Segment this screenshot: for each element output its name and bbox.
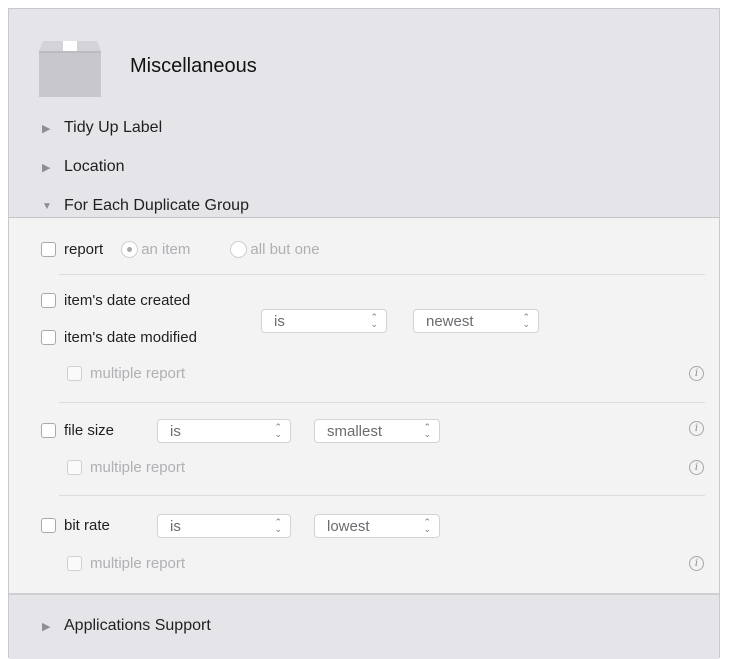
panel-footer: ▶ Applications Support [9,593,719,659]
file-size-label: file size [64,422,115,439]
bit-rate-multiple-report-row: multiple report [67,555,185,572]
date-value-select[interactable]: newest ⌃ ⌄ [413,309,539,333]
file-size-multiple-report-checkbox[interactable] [67,460,82,475]
disclosure-open-icon[interactable]: ▼ [42,201,64,212]
divider [59,274,705,275]
info-icon[interactable]: i [689,556,704,571]
bit-rate-value-select[interactable]: lowest ⌃ ⌄ [314,514,440,538]
date-multiple-report-checkbox[interactable] [67,366,82,381]
popup-arrows-icon: ⌃ ⌄ [274,517,282,534]
file-size-row: file size [41,422,114,439]
date-created-row: item's date created [41,292,190,309]
multiple-report-label: multiple report [90,459,186,476]
bit-rate-operator-value: is [170,517,181,535]
section-for-each-duplicate-group[interactable]: ▼ For Each Duplicate Group [42,197,249,215]
info-icon[interactable]: i [689,421,704,436]
divider [59,495,705,496]
rules-panel: Miscellaneous ▶ Tidy Up Label ▶ Location… [8,8,720,659]
section-applications-support[interactable]: ▶ Applications Support [42,617,211,635]
date-modified-row: item's date modified [41,329,197,346]
report-checkbox[interactable] [41,242,56,257]
section-label: Location [64,158,125,175]
bit-rate-value: lowest [327,517,370,535]
file-size-value: smallest [327,422,383,440]
popup-arrows-icon: ⌃ ⌄ [423,517,431,534]
date-operator-select[interactable]: is ⌃ ⌄ [261,309,387,333]
popup-arrows-icon: ⌃ ⌄ [370,312,378,329]
date-value: newest [426,312,474,330]
panel-header: Miscellaneous ▶ Tidy Up Label ▶ Location… [9,9,719,218]
report-row: report an item all but one [41,241,320,258]
multiple-report-label: multiple report [90,365,186,382]
date-modified-label: item's date modified [64,329,197,346]
section-label: Tidy Up Label [64,119,163,136]
page-title: Miscellaneous [130,55,257,77]
bit-rate-operator-select[interactable]: is ⌃ ⌄ [157,514,291,538]
section-label: For Each Duplicate Group [64,197,249,214]
bit-rate-row: bit rate [41,517,110,534]
radio-all-but-one-label: all but one [250,241,320,258]
date-operator-value: is [274,312,285,330]
radio-an-item[interactable] [121,241,139,258]
popup-arrows-icon: ⌃ ⌄ [423,422,431,439]
bit-rate-multiple-report-checkbox[interactable] [67,556,82,571]
date-modified-checkbox[interactable] [41,330,56,345]
info-icon[interactable]: i [689,460,704,475]
multiple-report-label: multiple report [90,555,186,572]
file-size-operator-select[interactable]: is ⌃ ⌄ [157,419,291,443]
info-icon[interactable]: i [689,366,704,381]
file-size-value-select[interactable]: smallest ⌃ ⌄ [314,419,440,443]
file-size-operator-value: is [170,422,181,440]
disclosure-triangle-icon[interactable]: ▶ [42,620,64,633]
section-label: Applications Support [64,617,211,634]
bit-rate-checkbox[interactable] [41,518,56,533]
date-multiple-report-row: multiple report [67,365,185,382]
bit-rate-label: bit rate [64,517,110,534]
report-label: report [64,241,104,258]
disclosure-triangle-icon[interactable]: ▶ [42,122,64,135]
disclosure-triangle-icon[interactable]: ▶ [42,161,64,174]
section-location[interactable]: ▶ Location [42,158,125,176]
file-size-multiple-report-row: multiple report [67,459,185,476]
box-icon [39,41,101,97]
section-tidy-up-label[interactable]: ▶ Tidy Up Label [42,119,162,137]
radio-an-item-label: an item [141,241,191,258]
divider [59,402,705,403]
date-created-label: item's date created [64,292,191,309]
radio-all-but-one[interactable] [230,241,248,258]
date-created-checkbox[interactable] [41,293,56,308]
popup-arrows-icon: ⌃ ⌄ [274,422,282,439]
popup-arrows-icon: ⌃ ⌄ [522,312,530,329]
radio-dot-icon [127,247,133,252]
file-size-checkbox[interactable] [41,423,56,438]
